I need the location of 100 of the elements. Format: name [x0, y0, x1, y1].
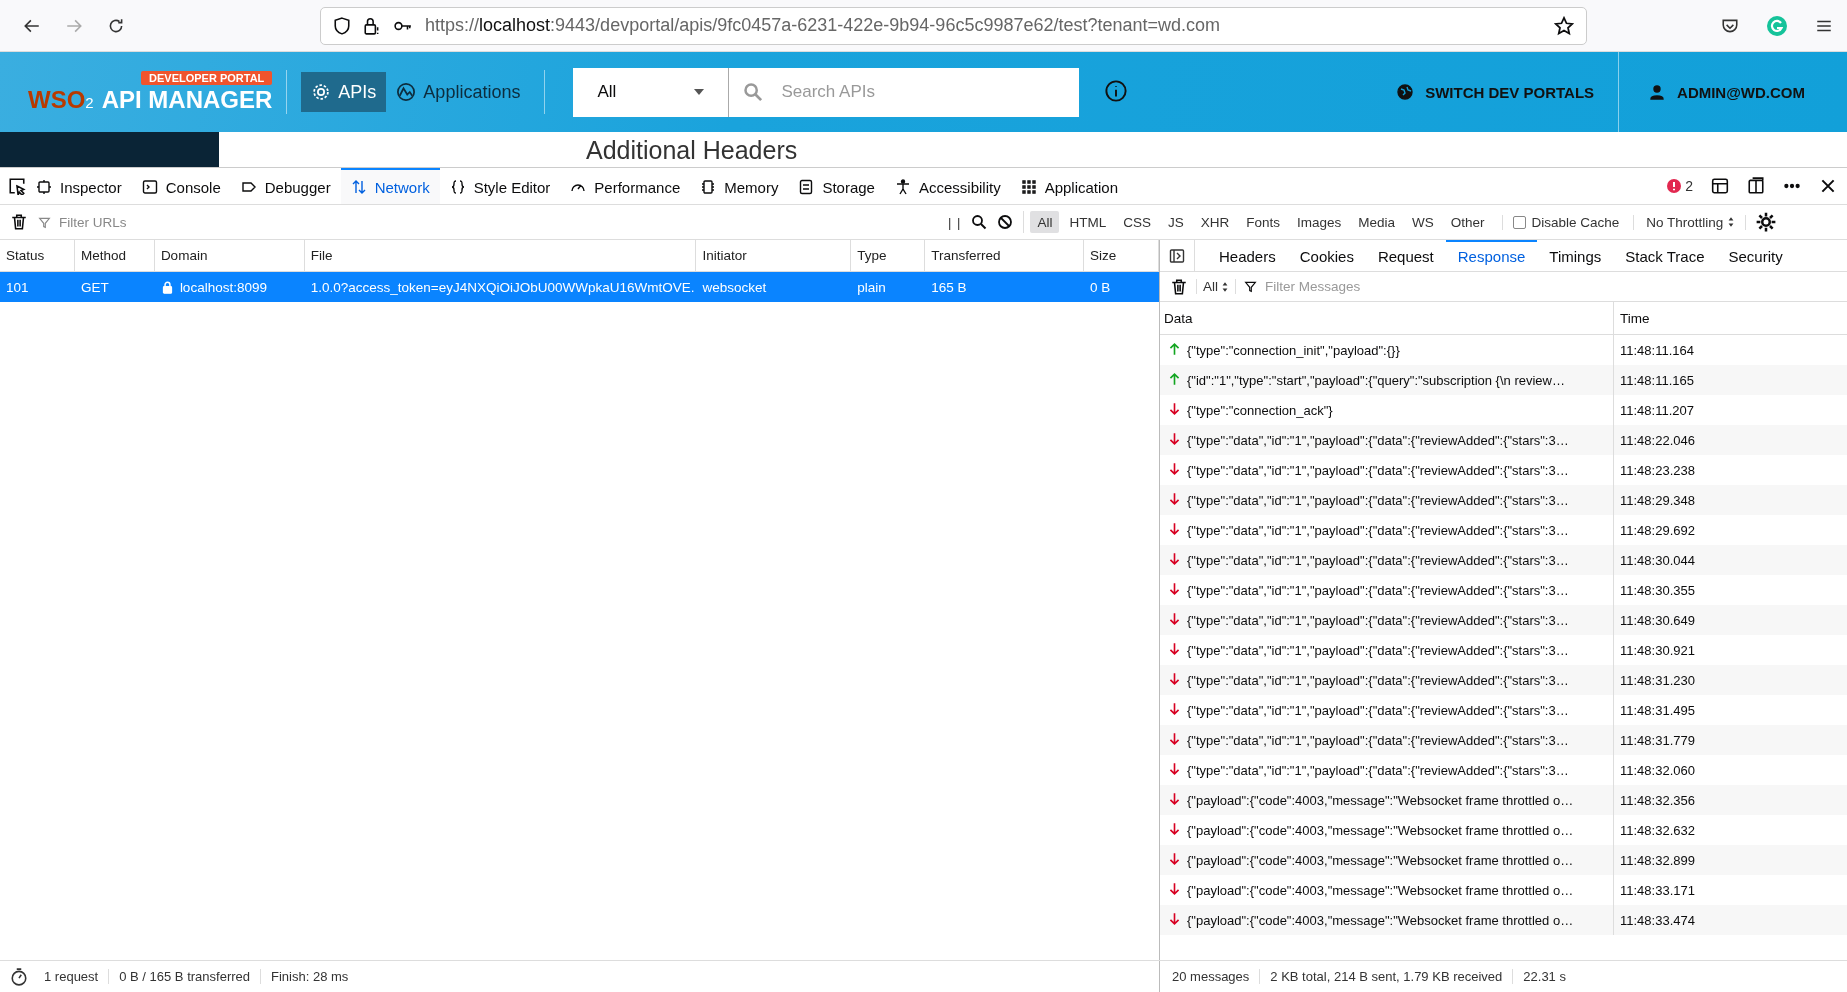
- braces-icon: [449, 179, 466, 195]
- devtools-tab[interactable]: Performance: [560, 168, 691, 204]
- devtools-tab[interactable]: Accessibility: [884, 168, 1011, 204]
- stopwatch-icon: [10, 967, 28, 986]
- column-header[interactable]: Transferred: [925, 240, 1085, 271]
- error-icon[interactable]: [1667, 179, 1682, 193]
- type-filter-button[interactable]: XHR: [1193, 211, 1237, 233]
- devtools-tab[interactable]: Console: [131, 168, 231, 204]
- column-header[interactable]: File: [304, 240, 697, 271]
- message-data[interactable]: {"type":"data","id":"1","payload":{"data":{"reviewAdded":{"stars":3…: [1187, 762, 1569, 778]
- logo-subscript: 2: [85, 93, 94, 111]
- message-time: 11:48:29.348: [1619, 491, 1695, 510]
- scope-dropdown[interactable]: All: [573, 67, 730, 117]
- throttling-dropdown[interactable]: No Throttling: [1633, 214, 1747, 230]
- type-filter-button[interactable]: WS: [1405, 211, 1441, 233]
- arrows-icon: [350, 179, 367, 195]
- devtools-tab[interactable]: Application: [1010, 168, 1129, 204]
- checkbox[interactable]: [1512, 215, 1526, 229]
- down-arrow-icon: [1168, 431, 1181, 446]
- message-data[interactable]: {"type":"data","id":"1","payload":{"data":{"reviewAdded":{"stars":3…: [1187, 522, 1569, 538]
- message-data[interactable]: {"type":"data","id":"1","payload":{"data":{"reviewAdded":{"stars":3…: [1187, 552, 1569, 568]
- message-data[interactable]: {"payload":{"code":4003,"message":"Websocket frame throttled o…: [1187, 882, 1574, 898]
- status-text: 1 request: [34, 969, 110, 984]
- details-tab[interactable]: Cookies: [1287, 239, 1366, 272]
- user-menu[interactable]: ADMIN@WD.COM: [1619, 83, 1847, 101]
- column-header[interactable]: Data: [1160, 302, 1614, 334]
- devtools-tab[interactable]: Style Editor: [439, 168, 561, 204]
- request-row[interactable]: 101 GET localhost:8099 1.0.0?access_token=eyJ4NXQiOiJObU00WWpkaU16WmtOVE. websocket plain 165 B 0 B: [0, 272, 1159, 302]
- message-data[interactable]: {"type":"data","id":"1","payload":{"data":{"reviewAdded":{"stars":3…: [1187, 462, 1569, 478]
- type-filter-button[interactable]: HTML: [1062, 211, 1114, 233]
- url-text: https://localhost:9443/devportal/apis/9fc0457a-6231-422e-9b94-96c5c9987e62/test?tenant=wd.com: [425, 15, 1222, 36]
- pause-button[interactable]: | |: [948, 214, 962, 230]
- type-filter-button[interactable]: All: [1030, 211, 1060, 233]
- message-data[interactable]: {"type":"data","id":"1","payload":{"data":{"reviewAdded":{"stars":3…: [1187, 432, 1569, 448]
- nav-link[interactable]: Applications: [386, 72, 531, 112]
- table-cell: plain: [857, 279, 886, 295]
- down-arrow-icon: [1168, 521, 1181, 536]
- message-data[interactable]: {"type":"connection_ack"}: [1187, 402, 1333, 418]
- message-data[interactable]: {"payload":{"code":4003,"message":"Websocket frame throttled o…: [1187, 912, 1574, 928]
- type-filter-button[interactable]: JS: [1160, 211, 1191, 233]
- message-data[interactable]: {"type":"data","id":"1","payload":{"data":{"reviewAdded":{"stars":3…: [1187, 672, 1569, 688]
- devtools-tab[interactable]: Debugger: [230, 168, 341, 204]
- status-text: 0 B / 165 B transferred: [109, 969, 261, 984]
- message-data[interactable]: {"type":"data","id":"1","payload":{"data":{"reviewAdded":{"stars":3…: [1187, 612, 1569, 628]
- message-data[interactable]: {"id":"1","type":"start","payload":{"query":"subscription {\n review…: [1187, 372, 1565, 388]
- switch-portals-button[interactable]: SWITCH DEV PORTALS: [1373, 52, 1620, 132]
- devtools-tab[interactable]: Inspector: [26, 168, 132, 204]
- down-arrow-icon: [1168, 731, 1181, 746]
- column-header[interactable]: Status: [0, 240, 75, 271]
- person-icon: [1649, 84, 1666, 100]
- down-arrow-icon: [1168, 401, 1181, 416]
- details-tab[interactable]: Security: [1716, 239, 1795, 272]
- type-filter-button[interactable]: Other: [1443, 211, 1492, 233]
- message-time: 11:48:33.474: [1619, 911, 1695, 930]
- column-header[interactable]: Method: [74, 240, 155, 271]
- message-data[interactable]: {"type":"data","id":"1","payload":{"data":{"reviewAdded":{"stars":3…: [1187, 642, 1569, 658]
- message-data[interactable]: {"type":"connection_init","payload":{}}: [1187, 342, 1400, 358]
- type-filter-button[interactable]: CSS: [1116, 211, 1158, 233]
- table-cell: 1.0.0?access_token=eyJ4NXQiOiJObU00WWpkaU16WmtOVE.: [310, 279, 695, 295]
- message-time: 11:48:29.692: [1619, 521, 1695, 540]
- column-header[interactable]: Domain: [154, 240, 305, 271]
- nav-link[interactable]: APIs: [301, 72, 387, 112]
- message-type-dropdown[interactable]: All: [1196, 279, 1236, 294]
- details-tab[interactable]: Timings: [1537, 239, 1614, 272]
- details-tab[interactable]: Request: [1365, 239, 1446, 272]
- down-arrow-icon: [1168, 821, 1181, 836]
- message-data[interactable]: {"type":"data","id":"1","payload":{"data":{"reviewAdded":{"stars":3…: [1187, 702, 1569, 718]
- details-tab[interactable]: Headers: [1207, 239, 1288, 272]
- star-icon: [1554, 15, 1574, 36]
- message-data[interactable]: {"payload":{"code":4003,"message":"Websocket frame throttled o…: [1187, 792, 1574, 808]
- column-header[interactable]: Size: [1084, 240, 1159, 271]
- message-data[interactable]: {"type":"data","id":"1","payload":{"data":{"reviewAdded":{"stars":3…: [1187, 582, 1569, 598]
- error-count[interactable]: 2: [1685, 178, 1693, 194]
- column-header[interactable]: Initiator: [696, 240, 852, 271]
- details-tab[interactable]: Stack Trace: [1613, 239, 1717, 272]
- table-cell: websocket: [702, 279, 767, 295]
- info-icon: [1105, 79, 1128, 102]
- column-header[interactable]: Time: [1614, 302, 1650, 334]
- type-filter-button[interactable]: Media: [1351, 211, 1402, 233]
- type-filter-button[interactable]: Images: [1289, 211, 1349, 233]
- block-icon: [997, 214, 1014, 230]
- message-time: 11:48:30.921: [1619, 641, 1695, 660]
- message-data[interactable]: {"payload":{"code":4003,"message":"Websocket frame throttled o…: [1187, 822, 1574, 838]
- element-picker-icon: [8, 177, 26, 195]
- message-data[interactable]: {"type":"data","id":"1","payload":{"data":{"reviewAdded":{"stars":3…: [1187, 732, 1569, 748]
- devtools-tab[interactable]: Network: [340, 168, 440, 204]
- message-data[interactable]: {"type":"data","id":"1","payload":{"data":{"reviewAdded":{"stars":3…: [1187, 492, 1569, 508]
- devtools-tab[interactable]: Memory: [690, 168, 789, 204]
- chip-icon: [36, 179, 52, 195]
- devtools-tab[interactable]: Storage: [788, 168, 885, 204]
- table-cell: localhost:8099: [179, 279, 267, 295]
- details-tab[interactable]: Response: [1445, 239, 1538, 272]
- column-header[interactable]: Type: [851, 240, 926, 271]
- message-data[interactable]: {"payload":{"code":4003,"message":"Websocket frame throttled o…: [1187, 852, 1574, 868]
- search-box[interactable]: Search APIs: [729, 67, 1080, 117]
- status-text: 20 messages: [1162, 969, 1261, 984]
- storage-icon: [798, 179, 815, 195]
- address-bar[interactable]: https://localhost:9443/devportal/apis/9fc0457a-6231-422e-9b94-96c5c9987e62/test?tenant=wd.com: [320, 6, 1587, 45]
- type-filter-button[interactable]: Fonts: [1239, 211, 1287, 233]
- gear-icon: [311, 82, 332, 102]
